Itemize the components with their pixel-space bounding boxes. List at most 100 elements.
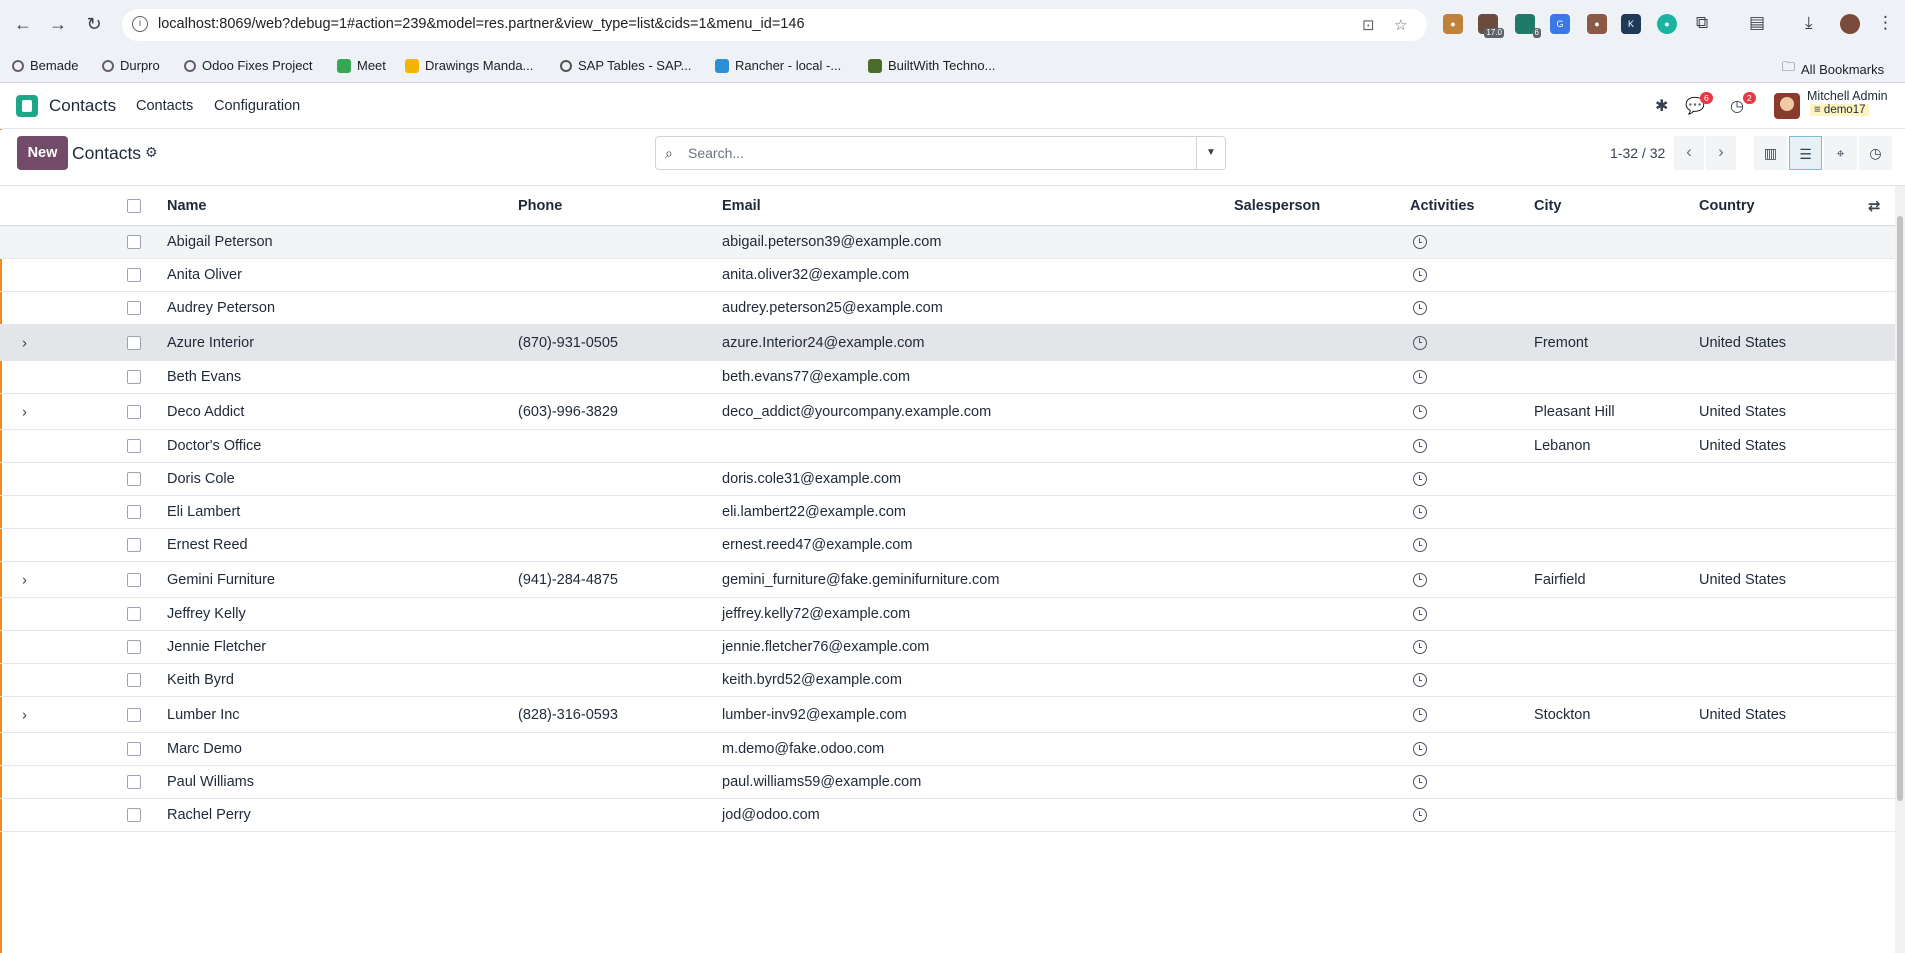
row-checkbox[interactable] <box>127 673 141 687</box>
table-row[interactable]: Doctor's Office Lebanon United States <box>0 430 1895 463</box>
menu-configuration[interactable]: Configuration <box>214 98 300 114</box>
table-row[interactable]: Eli Lambert eli.lambert22@example.com <box>0 496 1895 529</box>
table-row[interactable]: Marc Demo m.demo@fake.odoo.com <box>0 733 1895 766</box>
download-icon[interactable]: ⤓ <box>1805 13 1813 33</box>
row-checkbox[interactable] <box>127 572 141 587</box>
row-checkbox[interactable] <box>127 808 141 822</box>
back-icon[interactable]: ← <box>11 12 35 36</box>
table-row[interactable]: Keith Byrd keith.byrd52@example.com <box>0 664 1895 697</box>
scrollbar-thumb[interactable] <box>1897 216 1903 801</box>
extensions-puzzle-icon[interactable]: ⧉ <box>1696 13 1708 33</box>
column-header-email[interactable]: Email <box>722 198 761 214</box>
site-info-icon[interactable]: i <box>132 16 148 32</box>
row-checkbox[interactable] <box>127 707 141 722</box>
bookmark-star-icon[interactable]: ☆ <box>1394 16 1407 34</box>
table-row[interactable]: Rachel Perry jod@odoo.com <box>0 799 1895 832</box>
pager-previous-button[interactable]: ‹ <box>1674 136 1704 170</box>
contacts-app-icon[interactable] <box>16 95 38 117</box>
extension-icon[interactable]: 6 <box>1515 14 1541 38</box>
column-header-salesperson[interactable]: Salesperson <box>1234 198 1320 214</box>
activity-clock-icon[interactable] <box>1413 404 1427 419</box>
bookmark-item[interactable]: Odoo Fixes Project <box>184 58 313 73</box>
pager-next-button[interactable]: › <box>1706 136 1736 170</box>
bookmark-item[interactable]: Durpro <box>102 58 160 73</box>
table-row[interactable]: › Deco Addict (603)-996-3829 deco_addict@yo… <box>0 394 1895 430</box>
activity-clock-icon[interactable] <box>1413 808 1427 822</box>
column-header-phone[interactable]: Phone <box>518 198 562 214</box>
activity-clock-icon[interactable] <box>1413 370 1427 384</box>
table-row[interactable]: Doris Cole doris.cole31@example.com <box>0 463 1895 496</box>
list-view-button[interactable]: ☰ <box>1789 136 1822 170</box>
bookmark-item[interactable]: BuiltWith Techno... <box>868 58 995 73</box>
column-header-activities[interactable]: Activities <box>1410 198 1474 214</box>
odoo-version-extension-icon[interactable]: 17.0 <box>1478 14 1504 38</box>
search-options-toggle[interactable]: ▼ <box>1196 137 1225 169</box>
row-checkbox[interactable] <box>127 370 141 384</box>
map-view-button[interactable]: ⌖ <box>1824 136 1857 170</box>
table-row[interactable]: Jeffrey Kelly jeffrey.kelly72@example.com <box>0 598 1895 631</box>
activity-clock-icon[interactable] <box>1413 472 1427 486</box>
table-row[interactable]: › Lumber Inc (828)-316-0593 lumber-inv92@ex… <box>0 697 1895 733</box>
browser-menu-icon[interactable]: ⋮ <box>1877 13 1894 33</box>
activity-clock-icon[interactable] <box>1413 775 1427 789</box>
row-checkbox[interactable] <box>127 505 141 519</box>
bookmark-item[interactable]: Rancher - local -... <box>715 58 841 73</box>
debug-bug-icon[interactable]: ✱ <box>1655 96 1668 116</box>
user-avatar[interactable] <box>1774 93 1800 119</box>
activity-clock-icon[interactable] <box>1413 268 1427 282</box>
extension-icon[interactable]: ● <box>1587 14 1607 34</box>
list-scrollbar[interactable] <box>1895 186 1905 953</box>
row-checkbox[interactable] <box>127 742 141 756</box>
activity-clock-icon[interactable] <box>1413 673 1427 687</box>
table-row[interactable]: Audrey Peterson audrey.peterson25@example… <box>0 292 1895 325</box>
activity-clock-icon[interactable] <box>1413 742 1427 756</box>
column-header-city[interactable]: City <box>1534 198 1561 214</box>
row-checkbox[interactable] <box>127 439 141 453</box>
table-row[interactable]: Beth Evans beth.evans77@example.com <box>0 361 1895 394</box>
install-app-icon[interactable]: ⊡ <box>1362 16 1375 34</box>
kanban-view-button[interactable]: ▥ <box>1754 136 1787 170</box>
bookmark-item[interactable]: Drawings Manda... <box>405 58 533 73</box>
activity-clock-icon[interactable] <box>1413 607 1427 621</box>
profile-avatar[interactable] <box>1840 14 1860 34</box>
table-row[interactable]: Jennie Fletcher jennie.fletcher76@example… <box>0 631 1895 664</box>
row-checkbox[interactable] <box>127 640 141 654</box>
extension-icon[interactable]: ● <box>1657 14 1677 34</box>
row-checkbox[interactable] <box>127 538 141 552</box>
app-name[interactable]: Contacts <box>49 96 116 116</box>
activity-clock-icon[interactable] <box>1413 538 1427 552</box>
optional-columns-settings-icon[interactable]: ⇄ <box>1868 197 1881 215</box>
activity-clock-icon[interactable] <box>1413 640 1427 654</box>
pager-value[interactable]: 1-32 / 32 <box>1610 145 1665 161</box>
row-checkbox[interactable] <box>127 607 141 621</box>
activity-clock-icon[interactable] <box>1413 505 1427 519</box>
user-name[interactable]: Mitchell Admin <box>1807 89 1888 103</box>
column-header-name[interactable]: Name <box>167 198 207 214</box>
row-checkbox[interactable] <box>127 301 141 315</box>
bookmark-item[interactable]: SAP Tables - SAP... <box>560 58 691 73</box>
activity-clock-icon[interactable] <box>1413 301 1427 315</box>
table-row[interactable]: › Gemini Furniture (941)-284-4875 gemini_fu… <box>0 562 1895 598</box>
activity-clock-icon[interactable] <box>1413 572 1427 587</box>
activity-clock-icon[interactable] <box>1413 707 1427 722</box>
address-bar[interactable]: i localhost:8069/web?debug=1#action=239&… <box>122 9 1427 41</box>
table-row[interactable]: Anita Oliver anita.oliver32@example.com <box>0 259 1895 292</box>
new-button[interactable]: New <box>17 136 68 170</box>
extension-icon[interactable]: ● <box>1443 14 1463 34</box>
table-row[interactable]: › Azure Interior (870)-931-0505 azure.Inter… <box>0 325 1895 361</box>
expand-company-icon[interactable]: › <box>22 334 27 351</box>
bookmark-item[interactable]: Bemade <box>12 58 78 73</box>
bookmark-item[interactable]: Meet <box>337 58 386 73</box>
activity-clock-icon[interactable] <box>1413 439 1427 453</box>
extension-icon[interactable]: K <box>1621 14 1641 34</box>
table-row[interactable]: Abigail Peterson abigail.peterson39@examp… <box>0 226 1895 259</box>
activity-clock-icon[interactable] <box>1413 335 1427 350</box>
row-checkbox[interactable] <box>127 268 141 282</box>
url-text[interactable]: localhost:8069/web?debug=1#action=239&mo… <box>158 16 805 32</box>
expand-company-icon[interactable]: › <box>22 571 27 588</box>
row-checkbox[interactable] <box>127 235 141 249</box>
row-checkbox[interactable] <box>127 775 141 789</box>
expand-company-icon[interactable]: › <box>22 403 27 420</box>
column-header-country[interactable]: Country <box>1699 198 1755 214</box>
reading-list-icon[interactable]: ▤ <box>1749 13 1765 33</box>
